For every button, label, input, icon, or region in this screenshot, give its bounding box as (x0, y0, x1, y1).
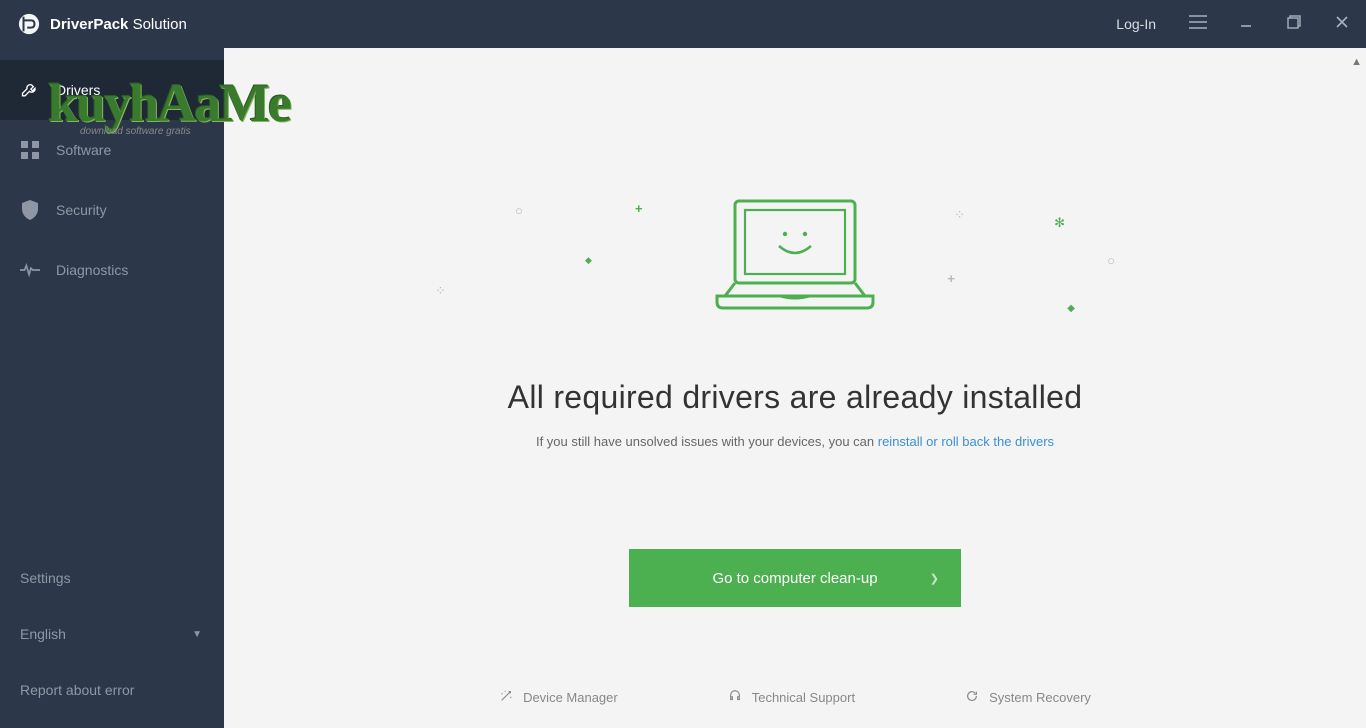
sidebar-report-error[interactable]: Report about error (0, 662, 224, 718)
sidebar-item-label: Drivers (56, 82, 100, 98)
status-illustration: ○ + ⁘ ◆ ⁘ ✻ + ◆ ○ (495, 183, 1095, 323)
pulse-icon (20, 260, 40, 280)
close-button[interactable] (1318, 0, 1366, 48)
reinstall-link[interactable]: reinstall or roll back the drivers (878, 434, 1054, 449)
footer-links: Device Manager Technical Support System … (224, 689, 1366, 706)
sidebar: Drivers Software Security Diagnostics Se… (0, 48, 224, 728)
laptop-smile-icon (705, 196, 885, 311)
hamburger-icon (1189, 15, 1207, 34)
close-icon (1335, 15, 1349, 34)
sidebar-item-drivers[interactable]: Drivers (0, 60, 224, 120)
system-recovery-link[interactable]: System Recovery (965, 689, 1091, 706)
page-title: All required drivers are already install… (508, 379, 1083, 416)
sidebar-item-label: Security (56, 202, 107, 218)
cleanup-button[interactable]: Go to computer clean-up ❯ (629, 549, 961, 607)
language-label: English (20, 626, 66, 642)
refresh-icon (965, 689, 979, 706)
sidebar-item-label: Diagnostics (56, 262, 128, 278)
shield-icon (20, 200, 40, 220)
grid-icon (20, 140, 40, 160)
app-title: DriverPack Solution (50, 16, 187, 33)
sidebar-item-diagnostics[interactable]: Diagnostics (0, 240, 224, 300)
app-logo: DriverPack Solution (0, 13, 187, 35)
menu-button[interactable] (1174, 0, 1222, 48)
main-content: ▲ ○ + ⁘ ◆ ⁘ ✻ + ◆ ○ All required drivers… (224, 48, 1366, 728)
chevron-right-icon: ❯ (930, 572, 939, 585)
page-subtitle: If you still have unsolved issues with y… (536, 434, 1054, 449)
minimize-icon (1239, 15, 1253, 34)
scroll-up-icon[interactable]: ▲ (1351, 56, 1362, 68)
maximize-icon (1287, 15, 1301, 34)
wand-icon (499, 689, 513, 706)
login-button[interactable]: Log-In (1098, 0, 1174, 48)
chevron-down-icon: ▼ (192, 629, 202, 640)
device-manager-link[interactable]: Device Manager (499, 689, 618, 706)
sidebar-item-security[interactable]: Security (0, 180, 224, 240)
sidebar-item-label: Software (56, 142, 111, 158)
sidebar-item-software[interactable]: Software (0, 120, 224, 180)
sidebar-language[interactable]: English ▼ (0, 606, 224, 662)
sidebar-settings[interactable]: Settings (0, 550, 224, 606)
titlebar: DriverPack Solution Log-In (0, 0, 1366, 48)
driverpack-logo-icon (18, 13, 40, 35)
tech-support-link[interactable]: Technical Support (728, 689, 855, 706)
minimize-button[interactable] (1222, 0, 1270, 48)
cta-label: Go to computer clean-up (712, 570, 877, 587)
headset-icon (728, 689, 742, 706)
maximize-button[interactable] (1270, 0, 1318, 48)
wrench-icon (20, 80, 40, 100)
